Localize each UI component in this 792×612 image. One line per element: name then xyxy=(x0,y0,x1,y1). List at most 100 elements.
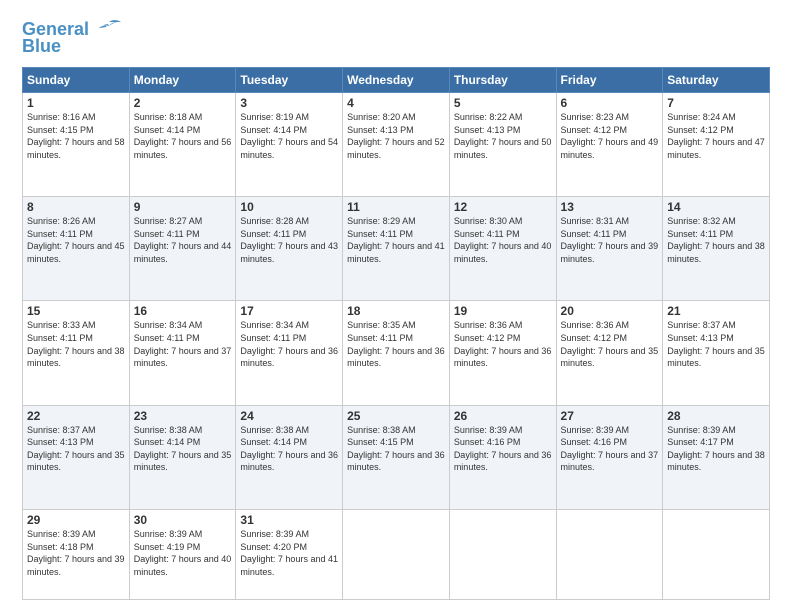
calendar-day-cell: 1Sunrise: 8:16 AMSunset: 4:15 PMDaylight… xyxy=(23,93,130,197)
calendar-day-cell: 5Sunrise: 8:22 AMSunset: 4:13 PMDaylight… xyxy=(449,93,556,197)
calendar-day-cell: 3Sunrise: 8:19 AMSunset: 4:14 PMDaylight… xyxy=(236,93,343,197)
day-number: 2 xyxy=(134,96,232,110)
day-number: 5 xyxy=(454,96,552,110)
calendar-day-cell: 16Sunrise: 8:34 AMSunset: 4:11 PMDayligh… xyxy=(129,301,236,405)
day-info: Sunrise: 8:37 AMSunset: 4:13 PMDaylight:… xyxy=(667,319,765,369)
calendar-table: SundayMondayTuesdayWednesdayThursdayFrid… xyxy=(22,67,770,600)
calendar-day-cell: 25Sunrise: 8:38 AMSunset: 4:15 PMDayligh… xyxy=(343,405,450,509)
calendar-day-cell: 26Sunrise: 8:39 AMSunset: 4:16 PMDayligh… xyxy=(449,405,556,509)
day-info: Sunrise: 8:18 AMSunset: 4:14 PMDaylight:… xyxy=(134,111,232,161)
day-info: Sunrise: 8:32 AMSunset: 4:11 PMDaylight:… xyxy=(667,215,765,265)
day-number: 27 xyxy=(561,409,659,423)
day-number: 23 xyxy=(134,409,232,423)
day-info: Sunrise: 8:24 AMSunset: 4:12 PMDaylight:… xyxy=(667,111,765,161)
day-number: 7 xyxy=(667,96,765,110)
day-number: 18 xyxy=(347,304,445,318)
day-number: 21 xyxy=(667,304,765,318)
day-info: Sunrise: 8:31 AMSunset: 4:11 PMDaylight:… xyxy=(561,215,659,265)
calendar-day-cell: 6Sunrise: 8:23 AMSunset: 4:12 PMDaylight… xyxy=(556,93,663,197)
page: General Blue SundayMondayTuesdayWednesda… xyxy=(0,0,792,612)
calendar-day-cell: 31Sunrise: 8:39 AMSunset: 4:20 PMDayligh… xyxy=(236,509,343,599)
calendar-week-row: 15Sunrise: 8:33 AMSunset: 4:11 PMDayligh… xyxy=(23,301,770,405)
day-info: Sunrise: 8:39 AMSunset: 4:16 PMDaylight:… xyxy=(454,424,552,474)
day-number: 25 xyxy=(347,409,445,423)
day-number: 24 xyxy=(240,409,338,423)
day-number: 3 xyxy=(240,96,338,110)
day-info: Sunrise: 8:38 AMSunset: 4:14 PMDaylight:… xyxy=(134,424,232,474)
calendar-day-cell: 24Sunrise: 8:38 AMSunset: 4:14 PMDayligh… xyxy=(236,405,343,509)
calendar-day-cell: 8Sunrise: 8:26 AMSunset: 4:11 PMDaylight… xyxy=(23,197,130,301)
day-number: 15 xyxy=(27,304,125,318)
day-number: 20 xyxy=(561,304,659,318)
calendar-week-row: 8Sunrise: 8:26 AMSunset: 4:11 PMDaylight… xyxy=(23,197,770,301)
day-number: 17 xyxy=(240,304,338,318)
day-info: Sunrise: 8:39 AMSunset: 4:16 PMDaylight:… xyxy=(561,424,659,474)
calendar-day-cell: 29Sunrise: 8:39 AMSunset: 4:18 PMDayligh… xyxy=(23,509,130,599)
calendar-day-cell: 4Sunrise: 8:20 AMSunset: 4:13 PMDaylight… xyxy=(343,93,450,197)
logo-bird-icon xyxy=(95,18,123,40)
calendar-day-header: Saturday xyxy=(663,68,770,93)
calendar-day-cell: 14Sunrise: 8:32 AMSunset: 4:11 PMDayligh… xyxy=(663,197,770,301)
day-number: 8 xyxy=(27,200,125,214)
day-info: Sunrise: 8:27 AMSunset: 4:11 PMDaylight:… xyxy=(134,215,232,265)
day-number: 19 xyxy=(454,304,552,318)
calendar-day-header: Wednesday xyxy=(343,68,450,93)
calendar-day-cell: 9Sunrise: 8:27 AMSunset: 4:11 PMDaylight… xyxy=(129,197,236,301)
day-info: Sunrise: 8:19 AMSunset: 4:14 PMDaylight:… xyxy=(240,111,338,161)
day-number: 12 xyxy=(454,200,552,214)
day-info: Sunrise: 8:26 AMSunset: 4:11 PMDaylight:… xyxy=(27,215,125,265)
day-number: 1 xyxy=(27,96,125,110)
day-number: 30 xyxy=(134,513,232,527)
calendar-day-cell xyxy=(449,509,556,599)
calendar-week-row: 1Sunrise: 8:16 AMSunset: 4:15 PMDaylight… xyxy=(23,93,770,197)
day-number: 28 xyxy=(667,409,765,423)
calendar-day-cell: 27Sunrise: 8:39 AMSunset: 4:16 PMDayligh… xyxy=(556,405,663,509)
calendar-day-header: Sunday xyxy=(23,68,130,93)
calendar-day-cell: 30Sunrise: 8:39 AMSunset: 4:19 PMDayligh… xyxy=(129,509,236,599)
day-info: Sunrise: 8:34 AMSunset: 4:11 PMDaylight:… xyxy=(240,319,338,369)
logo-blue: Blue xyxy=(22,36,61,57)
day-number: 9 xyxy=(134,200,232,214)
calendar-day-cell: 28Sunrise: 8:39 AMSunset: 4:17 PMDayligh… xyxy=(663,405,770,509)
day-info: Sunrise: 8:33 AMSunset: 4:11 PMDaylight:… xyxy=(27,319,125,369)
day-info: Sunrise: 8:39 AMSunset: 4:18 PMDaylight:… xyxy=(27,528,125,578)
day-info: Sunrise: 8:28 AMSunset: 4:11 PMDaylight:… xyxy=(240,215,338,265)
day-info: Sunrise: 8:16 AMSunset: 4:15 PMDaylight:… xyxy=(27,111,125,161)
calendar-day-cell: 11Sunrise: 8:29 AMSunset: 4:11 PMDayligh… xyxy=(343,197,450,301)
calendar-day-cell: 12Sunrise: 8:30 AMSunset: 4:11 PMDayligh… xyxy=(449,197,556,301)
day-number: 31 xyxy=(240,513,338,527)
day-info: Sunrise: 8:39 AMSunset: 4:19 PMDaylight:… xyxy=(134,528,232,578)
day-info: Sunrise: 8:38 AMSunset: 4:14 PMDaylight:… xyxy=(240,424,338,474)
day-number: 14 xyxy=(667,200,765,214)
calendar-day-header: Thursday xyxy=(449,68,556,93)
day-number: 22 xyxy=(27,409,125,423)
calendar-day-header: Monday xyxy=(129,68,236,93)
calendar-day-cell: 7Sunrise: 8:24 AMSunset: 4:12 PMDaylight… xyxy=(663,93,770,197)
day-number: 26 xyxy=(454,409,552,423)
calendar-day-cell: 13Sunrise: 8:31 AMSunset: 4:11 PMDayligh… xyxy=(556,197,663,301)
calendar-header-row: SundayMondayTuesdayWednesdayThursdayFrid… xyxy=(23,68,770,93)
calendar-day-cell: 22Sunrise: 8:37 AMSunset: 4:13 PMDayligh… xyxy=(23,405,130,509)
calendar-day-header: Tuesday xyxy=(236,68,343,93)
day-number: 29 xyxy=(27,513,125,527)
calendar-week-row: 29Sunrise: 8:39 AMSunset: 4:18 PMDayligh… xyxy=(23,509,770,599)
day-info: Sunrise: 8:38 AMSunset: 4:15 PMDaylight:… xyxy=(347,424,445,474)
day-info: Sunrise: 8:22 AMSunset: 4:13 PMDaylight:… xyxy=(454,111,552,161)
day-info: Sunrise: 8:39 AMSunset: 4:20 PMDaylight:… xyxy=(240,528,338,578)
calendar-day-cell: 20Sunrise: 8:36 AMSunset: 4:12 PMDayligh… xyxy=(556,301,663,405)
day-info: Sunrise: 8:35 AMSunset: 4:11 PMDaylight:… xyxy=(347,319,445,369)
day-info: Sunrise: 8:23 AMSunset: 4:12 PMDaylight:… xyxy=(561,111,659,161)
day-info: Sunrise: 8:37 AMSunset: 4:13 PMDaylight:… xyxy=(27,424,125,474)
day-number: 13 xyxy=(561,200,659,214)
calendar-day-cell: 21Sunrise: 8:37 AMSunset: 4:13 PMDayligh… xyxy=(663,301,770,405)
day-number: 6 xyxy=(561,96,659,110)
day-info: Sunrise: 8:39 AMSunset: 4:17 PMDaylight:… xyxy=(667,424,765,474)
calendar-week-row: 22Sunrise: 8:37 AMSunset: 4:13 PMDayligh… xyxy=(23,405,770,509)
calendar-day-cell xyxy=(343,509,450,599)
day-number: 11 xyxy=(347,200,445,214)
day-info: Sunrise: 8:34 AMSunset: 4:11 PMDaylight:… xyxy=(134,319,232,369)
day-info: Sunrise: 8:30 AMSunset: 4:11 PMDaylight:… xyxy=(454,215,552,265)
header: General Blue xyxy=(22,18,770,57)
day-number: 16 xyxy=(134,304,232,318)
day-info: Sunrise: 8:36 AMSunset: 4:12 PMDaylight:… xyxy=(454,319,552,369)
